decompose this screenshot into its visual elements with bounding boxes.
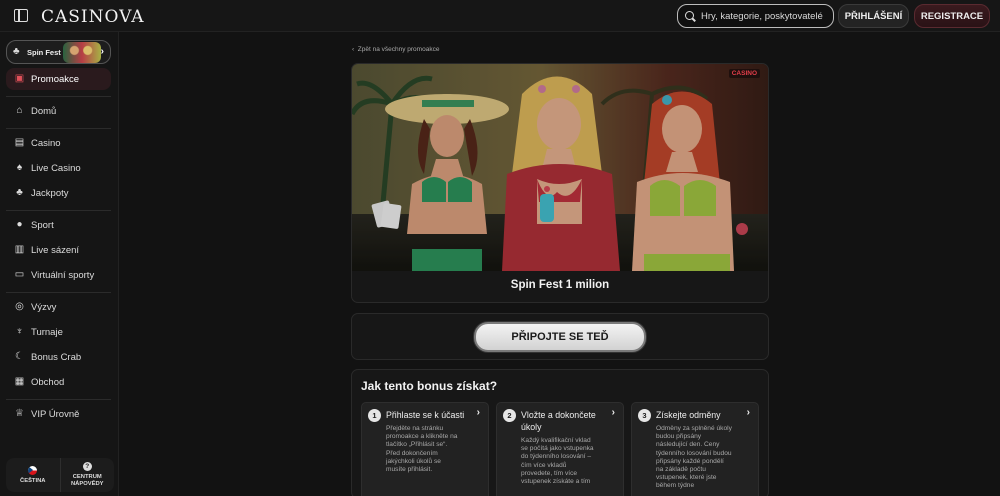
step-number: 1 <box>368 409 381 422</box>
spin-fest-banner[interactable]: ♣ Spin Fest › <box>6 40 111 64</box>
step-card[interactable]: 3 Získejte odměny › Odměny za splněné úk… <box>631 402 759 496</box>
sidebar-item-label: Domů <box>31 105 57 117</box>
spin-fest-label: Spin Fest <box>27 47 61 57</box>
casinova-logo[interactable]: CASINOVA <box>41 7 145 27</box>
sidebar-item-label: Bonus Crab <box>31 351 82 363</box>
step-number: 2 <box>503 409 516 422</box>
medal-icon: ◎ <box>15 301 24 312</box>
promo-card: CASINO Spin Fest 1 milion <box>351 63 769 303</box>
sidebar-item-turnaje[interactable]: ♆ Turnaje <box>6 321 111 343</box>
language-label: ČEŠTINA <box>20 477 46 484</box>
slot-machine-icon: ▤ <box>14 137 25 148</box>
trophy-icon: ♆ <box>15 326 24 337</box>
sidebar-item-label: VIP Úrovně <box>31 408 80 420</box>
sidebar-item-live-casino[interactable]: ♠ Live Casino <box>6 157 111 179</box>
step-card[interactable]: 1 Přihlaste se k účasti › Přejděte na st… <box>361 402 489 496</box>
promo-title: Spin Fest 1 milion <box>510 279 610 291</box>
how-to-title: Jak tento bonus získat? <box>361 379 498 393</box>
divider <box>6 399 111 400</box>
chevron-right-icon: › <box>746 407 750 418</box>
step-number: 3 <box>638 409 651 422</box>
help-label-line2: NÁPOVĚDY <box>70 481 104 487</box>
chevron-right-icon: › <box>611 407 615 418</box>
chevron-right-icon: › <box>476 407 480 418</box>
step-title: Vložte a dokončete úkoly <box>521 410 596 432</box>
divider <box>6 96 111 97</box>
virtual-sports-icon: ▭ <box>14 269 25 280</box>
join-now-button[interactable]: PŘIPOJTE SE TEĎ <box>474 322 646 352</box>
chevron-right-icon: › <box>100 46 104 57</box>
language-selector[interactable]: ČEŠTINA <box>6 458 60 492</box>
sidebar-footer: ČEŠTINA ? CENTRUM NÁPOVĚDY <box>6 458 114 492</box>
dealer-icon: ♠ <box>16 162 23 173</box>
gift-icon: ▣ <box>14 73 25 84</box>
sidebar-item-virtualni-sporty[interactable]: ▭ Virtuální sporty <box>6 264 111 286</box>
step-description: Každý kvalifikační vklad se počítá jako … <box>521 437 594 486</box>
search-box[interactable] <box>677 4 834 28</box>
casino-badge: CASINO <box>728 69 760 78</box>
sidebar-item-label: Virtuální sporty <box>31 269 95 281</box>
top-bar: CASINOVA PŘIHLÁŠENÍ REGISTRACE <box>0 0 1000 32</box>
sidebar-item-jackpoty[interactable]: ♣ Jackpoty <box>6 182 111 204</box>
sidebar-item-live-sazeni[interactable]: ▥ Live sázení <box>6 239 111 261</box>
sidebar-item-label: Sport <box>31 219 54 231</box>
sidebar-item-label: Výzvy <box>31 301 57 313</box>
step-title: Přihlaste se k účasti <box>386 410 465 420</box>
sidebar-item-vyzvy[interactable]: ◎ Výzvy <box>6 296 111 318</box>
login-button[interactable]: PŘIHLÁŠENÍ <box>838 4 909 28</box>
divider <box>6 128 111 129</box>
sidebar-item-sport[interactable]: ● Sport <box>6 214 111 236</box>
help-center-button[interactable]: ? CENTRUM NÁPOVĚDY <box>59 458 115 492</box>
back-link-label: Zpět na všechny promoakce <box>357 46 440 53</box>
sidebar-item-label: Jackpoty <box>31 187 69 199</box>
sidebar-toggle-icon[interactable] <box>14 9 28 22</box>
join-card: PŘIPOJTE SE TEĎ <box>351 313 769 360</box>
live-betting-icon: ▥ <box>14 244 25 255</box>
sidebar-item-bonus-crab[interactable]: ☾ Bonus Crab <box>6 346 111 368</box>
promo-banner-image <box>352 64 768 271</box>
back-to-promotions-link[interactable]: ‹ Zpět na všechny promoakce <box>352 46 439 53</box>
divider <box>6 210 111 211</box>
sidebar-item-domu[interactable]: ⌂ Domů <box>6 100 111 122</box>
step-description: Odměny za splněné úkoly budou připsány n… <box>656 425 732 490</box>
step-description: Přejděte na stránku promoakce a klikněte… <box>386 425 458 474</box>
divider <box>6 292 111 293</box>
sidebar-item-promoakce[interactable]: ▣ Promoakce <box>6 68 111 90</box>
shop-icon: ▦ <box>14 376 25 387</box>
how-to-get-bonus-card: Jak tento bonus získat? 1 Přihlaste se k… <box>351 369 769 496</box>
help-label-line1: CENTRUM <box>72 474 102 480</box>
crown-icon: ♕ <box>15 408 24 419</box>
help-icon: ? <box>82 462 92 471</box>
soccer-ball-icon: ● <box>16 219 23 230</box>
crab-claw-icon: ☾ <box>15 351 24 362</box>
search-input[interactable] <box>701 10 831 22</box>
czech-flag-icon <box>28 465 38 475</box>
sidebar-item-label: Obchod <box>31 376 65 388</box>
home-icon: ⌂ <box>16 105 23 116</box>
register-button[interactable]: REGISTRACE <box>914 4 990 28</box>
sidebar-item-label: Live sázení <box>31 244 80 256</box>
sidebar-item-label: Promoakce <box>31 73 80 85</box>
sidebar-item-label: Turnaje <box>31 326 63 338</box>
sidebar: ♣ Spin Fest › ▣ Promoakce ⌂ Domů ▤ Casin… <box>0 32 119 496</box>
sidebar-item-vip-urovne[interactable]: ♕ VIP Úrovně <box>6 403 111 425</box>
sidebar-item-obchod[interactable]: ▦ Obchod <box>6 371 111 393</box>
step-card[interactable]: 2 Vložte a dokončete úkoly › Každý kvali… <box>496 402 624 496</box>
sidebar-item-label: Live Casino <box>31 162 81 174</box>
palm-tree-icon: ♣ <box>13 46 20 57</box>
step-title: Získejte odměny <box>656 410 721 420</box>
search-icon <box>685 10 696 22</box>
clover-icon: ♣ <box>16 187 23 198</box>
sidebar-item-casino[interactable]: ▤ Casino <box>6 132 111 154</box>
spin-fest-thumbnail <box>63 42 101 63</box>
sidebar-item-label: Casino <box>31 137 61 149</box>
